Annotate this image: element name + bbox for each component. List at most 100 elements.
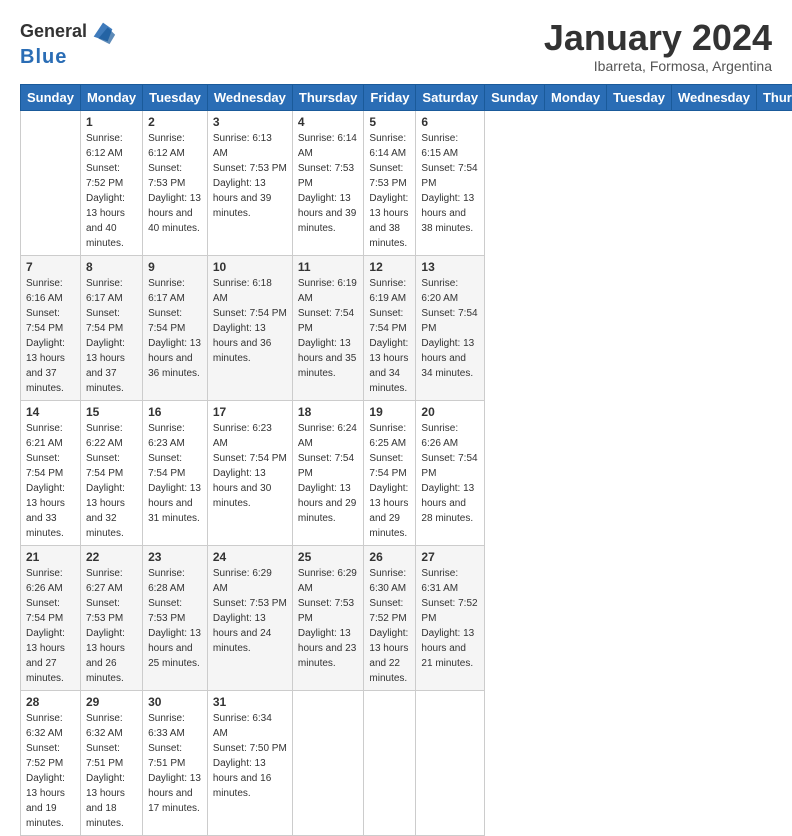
cell-info: Sunrise: 6:25 AMSunset: 7:54 PMDaylight:… xyxy=(369,421,410,541)
calendar-cell: 7Sunrise: 6:16 AMSunset: 7:54 PMDaylight… xyxy=(21,255,81,400)
cell-info: Sunrise: 6:18 AMSunset: 7:54 PMDaylight:… xyxy=(213,276,287,366)
week-row-4: 28 Sunrise: 6:32 AMSunset: 7:52 PMDayligh… xyxy=(21,690,792,835)
day-header-monday: Monday xyxy=(545,84,607,110)
week-row-0: 1Sunrise: 6:12 AMSunset: 7:52 PMDaylight… xyxy=(21,110,792,255)
day-header: Thursday xyxy=(292,84,364,110)
day-header-tuesday: Tuesday xyxy=(607,84,672,110)
calendar-subtitle: Ibarreta, Formosa, Argentina xyxy=(544,58,772,74)
cell-info: Sunrise: 6:22 AMSunset: 7:54 PMDaylight:… xyxy=(86,421,137,541)
cell-date: 23 xyxy=(148,550,202,564)
cell-info: Sunrise: 6:17 AMSunset: 7:54 PMDaylight:… xyxy=(148,276,202,381)
cell-date: 16 xyxy=(148,405,202,419)
calendar-cell: 20 Sunrise: 6:26 AMSunset: 7:54 PMDayligh… xyxy=(416,400,485,545)
cell-date: 20 xyxy=(421,405,479,419)
cell-date: 10 xyxy=(213,260,287,274)
cell-info: Sunrise: 6:19 AMSunset: 7:54 PMDaylight:… xyxy=(298,276,359,381)
calendar-cell xyxy=(21,110,81,255)
cell-info: Sunrise: 6:23 AMSunset: 7:54 PMDaylight:… xyxy=(213,421,287,511)
cell-info: Sunrise: 6:30 AMSunset: 7:52 PMDaylight:… xyxy=(369,566,410,686)
header-row: Sunday MondayTuesdayWednesday ThursdayFrid… xyxy=(21,84,792,110)
header: General Blue January 2024 Ibarreta, Form… xyxy=(20,18,772,74)
calendar-cell: 29 Sunrise: 6:32 AMSunset: 7:51 PMDayligh… xyxy=(80,690,142,835)
calendar-cell: 3 Sunrise: 6:13 AMSunset: 7:53 PMDaylight… xyxy=(207,110,292,255)
cell-info: Sunrise: 6:13 AMSunset: 7:53 PMDaylight:… xyxy=(213,131,287,221)
logo-text-blue: Blue xyxy=(20,46,67,68)
calendar-cell: 21 Sunrise: 6:26 AMSunset: 7:54 PMDayligh… xyxy=(21,545,81,690)
calendar-title: January 2024 xyxy=(544,18,772,58)
cell-info: Sunrise: 6:33 AMSunset: 7:51 PMDaylight:… xyxy=(148,711,202,816)
calendar-cell: 22 Sunrise: 6:27 AMSunset: 7:53 PMDayligh… xyxy=(80,545,142,690)
calendar-cell xyxy=(416,690,485,835)
calendar-table: Sunday MondayTuesdayWednesday ThursdayFrid… xyxy=(20,84,792,836)
calendar-cell: 24Sunrise: 6:29 AMSunset: 7:53 PMDayligh… xyxy=(207,545,292,690)
cell-date: 5 xyxy=(369,115,410,129)
cell-date: 29 xyxy=(86,695,137,709)
calendar-cell: 9 Sunrise: 6:17 AMSunset: 7:54 PMDaylight… xyxy=(143,255,208,400)
logo: General Blue xyxy=(20,18,117,68)
cell-date: 19 xyxy=(369,405,410,419)
cell-info: Sunrise: 6:28 AMSunset: 7:53 PMDaylight:… xyxy=(148,566,202,671)
cell-info: Sunrise: 6:31 AMSunset: 7:52 PMDaylight:… xyxy=(421,566,479,671)
day-header: Saturday xyxy=(416,84,485,110)
calendar-cell xyxy=(364,690,416,835)
cell-info: Sunrise: 6:34 AMSunset: 7:50 PMDaylight:… xyxy=(213,711,287,801)
logo-text: General xyxy=(20,22,87,42)
cell-date: 24 xyxy=(213,550,287,564)
cell-date: 17 xyxy=(213,405,287,419)
title-block: January 2024 Ibarreta, Formosa, Argentin… xyxy=(544,18,772,74)
calendar-cell: 30 Sunrise: 6:33 AMSunset: 7:51 PMDayligh… xyxy=(143,690,208,835)
cell-info: Sunrise: 6:32 AMSunset: 7:52 PMDaylight:… xyxy=(26,711,75,831)
week-row-2: 14 Sunrise: 6:21 AMSunset: 7:54 PMDayligh… xyxy=(21,400,792,545)
cell-info: Sunrise: 6:23 AMSunset: 7:54 PMDaylight:… xyxy=(148,421,202,526)
calendar-cell: 18Sunrise: 6:24 AMSunset: 7:54 PMDayligh… xyxy=(292,400,364,545)
cell-date: 3 xyxy=(213,115,287,129)
cell-date: 14 xyxy=(26,405,75,419)
cell-date: 18 xyxy=(298,405,359,419)
cell-info: Sunrise: 6:21 AMSunset: 7:54 PMDaylight:… xyxy=(26,421,75,541)
calendar-cell: 26Sunrise: 6:30 AMSunset: 7:52 PMDayligh… xyxy=(364,545,416,690)
cell-date: 9 xyxy=(148,260,202,274)
calendar-cell: 25Sunrise: 6:29 AMSunset: 7:53 PMDayligh… xyxy=(292,545,364,690)
cell-date: 22 xyxy=(86,550,137,564)
cell-date: 8 xyxy=(86,260,137,274)
calendar-cell: 17 Sunrise: 6:23 AMSunset: 7:54 PMDayligh… xyxy=(207,400,292,545)
cell-date: 6 xyxy=(421,115,479,129)
calendar-cell: 10 Sunrise: 6:18 AMSunset: 7:54 PMDayligh… xyxy=(207,255,292,400)
calendar-cell: 19 Sunrise: 6:25 AMSunset: 7:54 PMDayligh… xyxy=(364,400,416,545)
cell-date: 15 xyxy=(86,405,137,419)
cell-info: Sunrise: 6:14 AMSunset: 7:53 PMDaylight:… xyxy=(369,131,410,251)
calendar-cell: 27 Sunrise: 6:31 AMSunset: 7:52 PMDayligh… xyxy=(416,545,485,690)
calendar-cell: 1Sunrise: 6:12 AMSunset: 7:52 PMDaylight… xyxy=(80,110,142,255)
calendar-cell: 31Sunrise: 6:34 AMSunset: 7:50 PMDayligh… xyxy=(207,690,292,835)
calendar-cell: 2Sunrise: 6:12 AMSunset: 7:53 PMDaylight… xyxy=(143,110,208,255)
calendar-cell: 6 Sunrise: 6:15 AMSunset: 7:54 PMDaylight… xyxy=(416,110,485,255)
week-row-1: 7Sunrise: 6:16 AMSunset: 7:54 PMDaylight… xyxy=(21,255,792,400)
calendar-cell: 11Sunrise: 6:19 AMSunset: 7:54 PMDayligh… xyxy=(292,255,364,400)
cell-info: Sunrise: 6:20 AMSunset: 7:54 PMDaylight:… xyxy=(421,276,479,381)
cell-info: Sunrise: 6:12 AMSunset: 7:52 PMDaylight:… xyxy=(86,131,137,251)
logo-icon xyxy=(89,18,117,46)
calendar-page: General Blue January 2024 Ibarreta, Form… xyxy=(0,0,792,612)
cell-date: 30 xyxy=(148,695,202,709)
day-header: Friday xyxy=(364,84,416,110)
calendar-cell: 12Sunrise: 6:19 AMSunset: 7:54 PMDayligh… xyxy=(364,255,416,400)
calendar-cell: 8Sunrise: 6:17 AMSunset: 7:54 PMDaylight… xyxy=(80,255,142,400)
cell-date: 28 xyxy=(26,695,75,709)
cell-info: Sunrise: 6:26 AMSunset: 7:54 PMDaylight:… xyxy=(421,421,479,526)
cell-info: Sunrise: 6:16 AMSunset: 7:54 PMDaylight:… xyxy=(26,276,75,396)
calendar-cell: 28 Sunrise: 6:32 AMSunset: 7:52 PMDayligh… xyxy=(21,690,81,835)
calendar-cell: 5 Sunrise: 6:14 AMSunset: 7:53 PMDaylight… xyxy=(364,110,416,255)
cell-date: 21 xyxy=(26,550,75,564)
day-header-wednesday: Wednesday xyxy=(671,84,756,110)
cell-info: Sunrise: 6:27 AMSunset: 7:53 PMDaylight:… xyxy=(86,566,137,686)
cell-info: Sunrise: 6:15 AMSunset: 7:54 PMDaylight:… xyxy=(421,131,479,236)
day-header: Sunday xyxy=(21,84,81,110)
cell-date: 27 xyxy=(421,550,479,564)
cell-info: Sunrise: 6:26 AMSunset: 7:54 PMDaylight:… xyxy=(26,566,75,686)
calendar-cell: 13 Sunrise: 6:20 AMSunset: 7:54 PMDayligh… xyxy=(416,255,485,400)
calendar-cell: 23 Sunrise: 6:28 AMSunset: 7:53 PMDayligh… xyxy=(143,545,208,690)
cell-date: 13 xyxy=(421,260,479,274)
cell-date: 25 xyxy=(298,550,359,564)
cell-date: 4 xyxy=(298,115,359,129)
cell-info: Sunrise: 6:32 AMSunset: 7:51 PMDaylight:… xyxy=(86,711,137,831)
